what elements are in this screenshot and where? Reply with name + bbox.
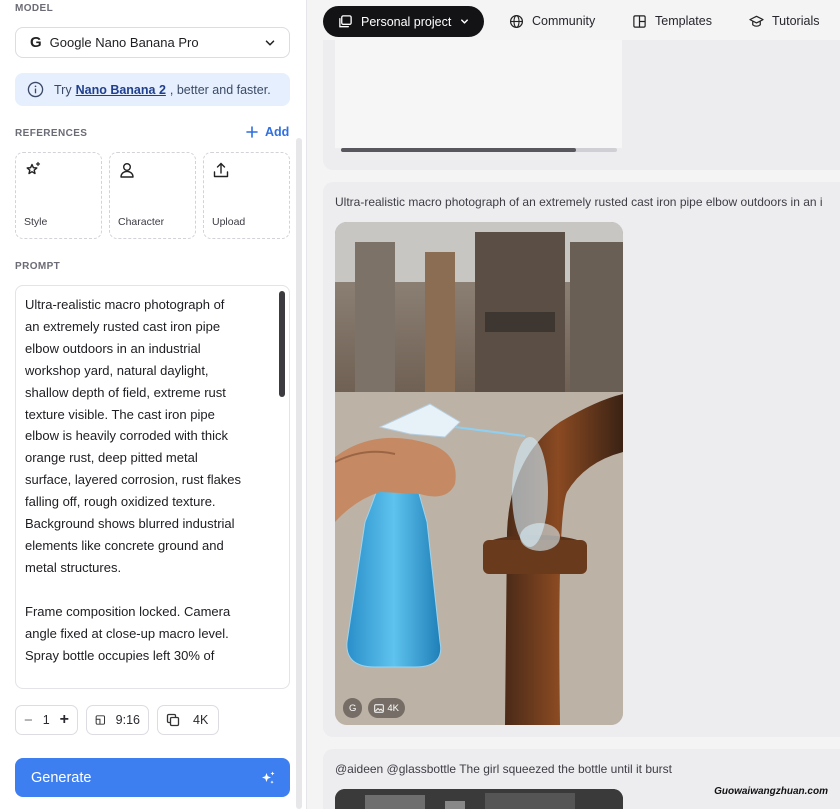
google-logo-icon: G bbox=[30, 34, 42, 51]
decrement-button[interactable]: − bbox=[24, 712, 33, 729]
tab-tutorials[interactable]: Tutorials bbox=[749, 6, 819, 36]
generation-card: Ultra-realistic macro photograph of an e… bbox=[323, 182, 840, 737]
prompt-section-label: PROMPT bbox=[15, 261, 61, 272]
resolution-badge-value: 4K bbox=[387, 702, 400, 714]
plus-icon bbox=[246, 126, 258, 138]
promo-suffix: , better and faster. bbox=[169, 82, 271, 97]
sparkles-icon bbox=[262, 771, 275, 784]
upload-icon bbox=[213, 162, 229, 178]
rusted-pipe-photo bbox=[335, 222, 623, 725]
image-icon bbox=[374, 703, 385, 713]
grid-icon bbox=[633, 14, 646, 28]
image-badges: G 4K bbox=[343, 698, 406, 718]
tab-personal-project[interactable]: Personal project bbox=[323, 6, 485, 37]
globe-icon bbox=[509, 14, 524, 28]
watermark: Guowaiwangzhuan.com bbox=[714, 786, 828, 797]
prompt-text: Ultra-realistic macro photograph of an e… bbox=[25, 297, 242, 663]
aspect-ratio-value: 9:16 bbox=[115, 713, 140, 727]
generation-thumbnail[interactable] bbox=[335, 789, 623, 809]
model-dropdown[interactable]: G Google Nano Banana Pro bbox=[15, 27, 290, 58]
generate-label: Generate bbox=[31, 769, 92, 786]
quantity-value: 1 bbox=[42, 713, 50, 727]
reference-card-character[interactable]: Character bbox=[109, 152, 196, 239]
tab-label: Community bbox=[532, 14, 596, 28]
model-badge: G bbox=[343, 698, 363, 718]
generation-panel: MODEL G Google Nano Banana Pro Try Nano … bbox=[0, 0, 307, 809]
increment-button[interactable]: + bbox=[60, 711, 69, 729]
layers-icon bbox=[339, 15, 352, 28]
tab-community[interactable]: Community bbox=[509, 6, 595, 36]
reference-card-label: Character bbox=[118, 216, 165, 228]
prompt-scrollbar[interactable] bbox=[279, 291, 285, 397]
google-logo-icon: G bbox=[349, 702, 357, 714]
generation-card-previous bbox=[323, 40, 840, 170]
reference-card-upload[interactable]: Upload bbox=[203, 152, 290, 239]
info-icon bbox=[27, 81, 44, 98]
generation-progress-fill bbox=[341, 148, 576, 152]
generated-image[interactable]: G 4K bbox=[335, 222, 623, 725]
add-reference-button[interactable]: Add bbox=[246, 125, 289, 139]
references-section-label: REFERENCES bbox=[15, 128, 88, 139]
post-caption: Ultra-realistic macro photograph of an e… bbox=[335, 195, 823, 209]
tab-label: Templates bbox=[655, 14, 712, 28]
generate-button[interactable]: Generate bbox=[15, 758, 290, 797]
aspect-ratio-button[interactable]: 9:16 bbox=[86, 705, 149, 735]
top-navigation: Personal project Community Templates Tut… bbox=[307, 0, 840, 42]
model-section-label: MODEL bbox=[15, 3, 54, 14]
promo-prefix: Try bbox=[54, 82, 72, 97]
chevron-down-icon bbox=[265, 39, 275, 46]
resolution-icon bbox=[166, 713, 180, 727]
tab-label: Tutorials bbox=[772, 14, 820, 28]
promo-model-link[interactable]: Nano Banana 2 bbox=[76, 83, 166, 97]
prompt-textarea[interactable]: Ultra-realistic macro photograph of an e… bbox=[15, 285, 290, 689]
resolution-button[interactable]: 4K bbox=[157, 705, 219, 735]
thumbnail-preview bbox=[335, 789, 623, 809]
generation-card-next: @aideen @glassbottle The girl squeezed t… bbox=[323, 749, 840, 809]
reference-card-style[interactable]: Style bbox=[15, 152, 102, 239]
reference-card-label: Upload bbox=[212, 216, 246, 228]
upgrade-promo-banner: Try Nano Banana 2 , better and faster. bbox=[15, 73, 290, 106]
add-reference-label: Add bbox=[265, 125, 290, 139]
generation-progress-bar bbox=[341, 148, 617, 152]
reference-card-label: Style bbox=[24, 216, 48, 228]
tab-templates[interactable]: Templates bbox=[632, 6, 712, 36]
chevron-down-icon bbox=[461, 19, 469, 24]
person-icon bbox=[120, 163, 134, 178]
app-root: MODEL G Google Nano Banana Pro Try Nano … bbox=[0, 0, 840, 809]
quantity-stepper[interactable]: − 1 + bbox=[15, 705, 78, 735]
model-selected-value: Google Nano Banana Pro bbox=[49, 35, 199, 50]
panel-scrollbar[interactable] bbox=[296, 138, 302, 809]
resolution-badge: 4K bbox=[368, 698, 406, 718]
aspect-ratio-icon bbox=[95, 715, 106, 725]
graduation-cap-icon bbox=[749, 15, 764, 27]
tab-label: Personal project bbox=[361, 14, 452, 29]
post-caption: @aideen @glassbottle The girl squeezed t… bbox=[335, 762, 673, 776]
generation-thumbnail[interactable] bbox=[335, 40, 622, 148]
sparkle-star-icon bbox=[26, 161, 41, 175]
resolution-value: 4K bbox=[193, 713, 209, 727]
